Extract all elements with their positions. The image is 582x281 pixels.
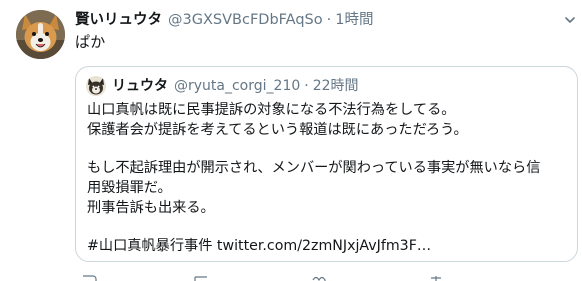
corgi-avatar-icon[interactable]: [86, 76, 106, 96]
quote-line: 用毀損罪だ。: [87, 180, 172, 196]
hashtag-link[interactable]: #山口真帆暴行事件 twitter.com/2zmNJxjAvJfm3F…: [87, 236, 575, 256]
quote-user-handle[interactable]: @ryuta_corgi_210: [174, 76, 300, 96]
display-name[interactable]: 賢いリュウタ: [75, 10, 162, 30]
quote-header: リュウタ @ryuta_corgi_210 · 22時間: [112, 76, 359, 96]
user-handle[interactable]: @3GXSVBcFDbFAqSo: [168, 10, 323, 30]
quote-gap: [87, 218, 575, 236]
quote-line: 刑事告訴も出来る。: [87, 200, 215, 216]
quote-line: 山口真帆は既に民事提訴の対象になる不法行為をしてる。: [87, 102, 456, 118]
separator-dot: ·: [304, 78, 309, 94]
reply-icon: [83, 275, 97, 281]
chevron-down-icon[interactable]: [563, 12, 577, 26]
quote-text: 山口真帆は既に民事提訴の対象になる不法行為をしてる。 保護者会が提訴を考えてると…: [87, 100, 575, 256]
like-icon: [312, 276, 326, 281]
quote-display-name[interactable]: リュウタ: [112, 76, 168, 96]
quote-timestamp[interactable]: 22時間: [313, 76, 359, 96]
quote-line: もし不起訴理由が開示され、メンバーが関わっている事実が無いなら信: [87, 160, 541, 176]
tweet[interactable]: 賢いリュウタ @3GXSVBcFDbFAqSo · 1時間 ぱか リュウタ @r…: [0, 0, 582, 281]
tweet-header: 賢いリュウタ @3GXSVBcFDbFAqSo · 1時間: [75, 10, 373, 30]
separator-dot: ·: [326, 12, 332, 28]
quote-line: 保護者会が提訴を考えてるという報道は既にあっただろう。: [87, 122, 468, 138]
share-icon: [431, 276, 441, 281]
quoted-tweet[interactable]: リュウタ @ryuta_corgi_210 · 22時間 山口真帆は既に民事提訴…: [75, 66, 578, 262]
tweet-text: ぱか: [75, 33, 106, 51]
quote-gap: [87, 140, 575, 158]
retweet-icon: [194, 276, 207, 281]
corgi-avatar-icon[interactable]: [16, 10, 65, 59]
timestamp[interactable]: 1時間: [335, 10, 373, 30]
action-bar: [75, 270, 575, 281]
